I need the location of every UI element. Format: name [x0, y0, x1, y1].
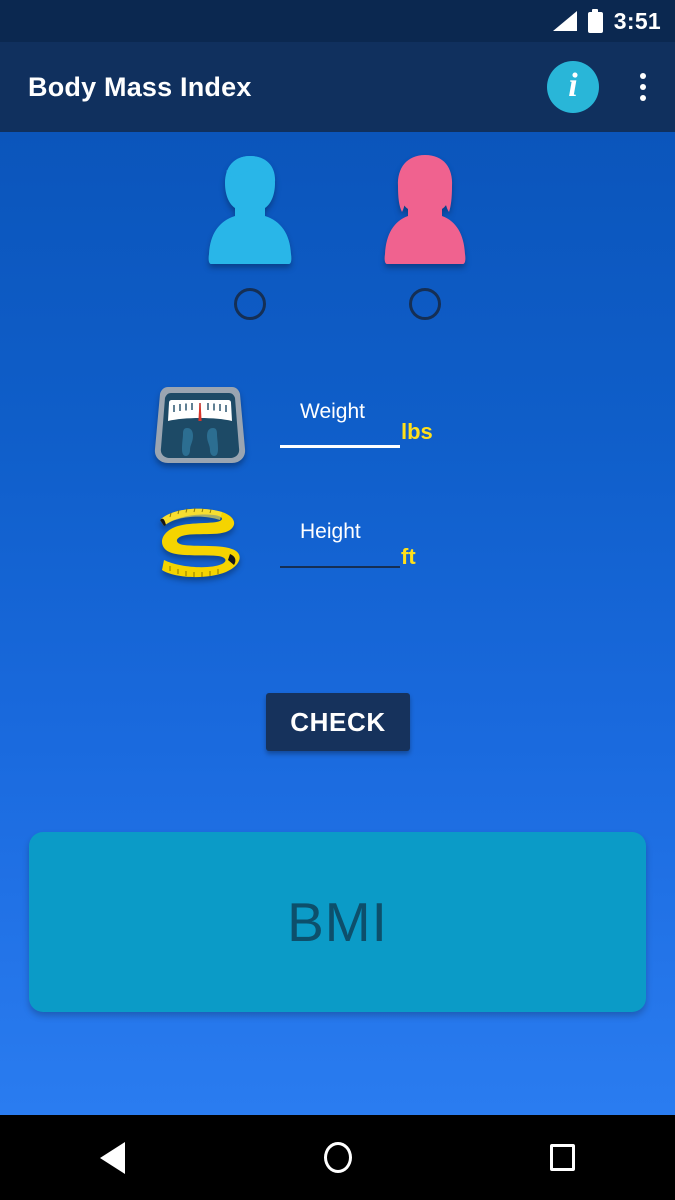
overflow-dot — [640, 95, 646, 101]
weight-underline — [280, 445, 400, 448]
check-button[interactable]: CHECK — [266, 693, 410, 751]
weight-input-row: Weight lbs — [0, 376, 675, 472]
gender-radio-female[interactable] — [409, 288, 441, 320]
height-input-row: Height ft — [0, 496, 675, 592]
signal-bars-icon — [551, 11, 577, 31]
overflow-dot — [640, 73, 646, 79]
gender-option-male[interactable] — [188, 150, 313, 320]
female-avatar-icon — [384, 155, 466, 264]
height-underline — [280, 566, 400, 568]
status-bar: 3:51 — [0, 0, 675, 42]
gender-radio-male[interactable] — [234, 288, 266, 320]
recents-square-icon[interactable] — [518, 1123, 608, 1193]
gender-selector — [0, 150, 675, 320]
main-content: Weight lbs Height ft CHECK BMI — [0, 132, 675, 1115]
weight-label: Weight — [300, 400, 365, 423]
status-bar-clock: 3:51 — [613, 7, 661, 34]
app-bar: Body Mass Index i — [0, 42, 675, 132]
check-button-label: CHECK — [290, 706, 386, 737]
overflow-dot — [640, 84, 646, 90]
bmi-result-card[interactable]: BMI — [29, 832, 646, 1012]
overflow-menu-icon[interactable] — [621, 59, 665, 115]
app-title: Body Mass Index — [28, 71, 252, 102]
battery-full-icon — [587, 9, 603, 33]
info-icon[interactable]: i — [547, 61, 599, 113]
height-input[interactable]: Height — [270, 496, 400, 592]
measuring-tape-icon — [150, 499, 250, 589]
weight-input[interactable]: Weight — [270, 376, 400, 472]
weight-unit: lbs — [401, 419, 433, 444]
bmi-result-text: BMI — [287, 891, 388, 953]
phone-screen: 3:51 Body Mass Index i Weight lbs Height… — [0, 0, 675, 1200]
male-avatar-icon — [208, 156, 292, 264]
height-label: Height — [300, 520, 361, 543]
back-triangle-icon[interactable] — [68, 1123, 158, 1193]
weighing-scale-icon — [150, 379, 250, 469]
home-circle-icon[interactable] — [293, 1123, 383, 1193]
gender-option-female[interactable] — [363, 150, 488, 320]
height-unit: ft — [401, 544, 416, 569]
android-nav-bar — [0, 1115, 675, 1200]
info-icon-glyph: i — [568, 67, 578, 104]
